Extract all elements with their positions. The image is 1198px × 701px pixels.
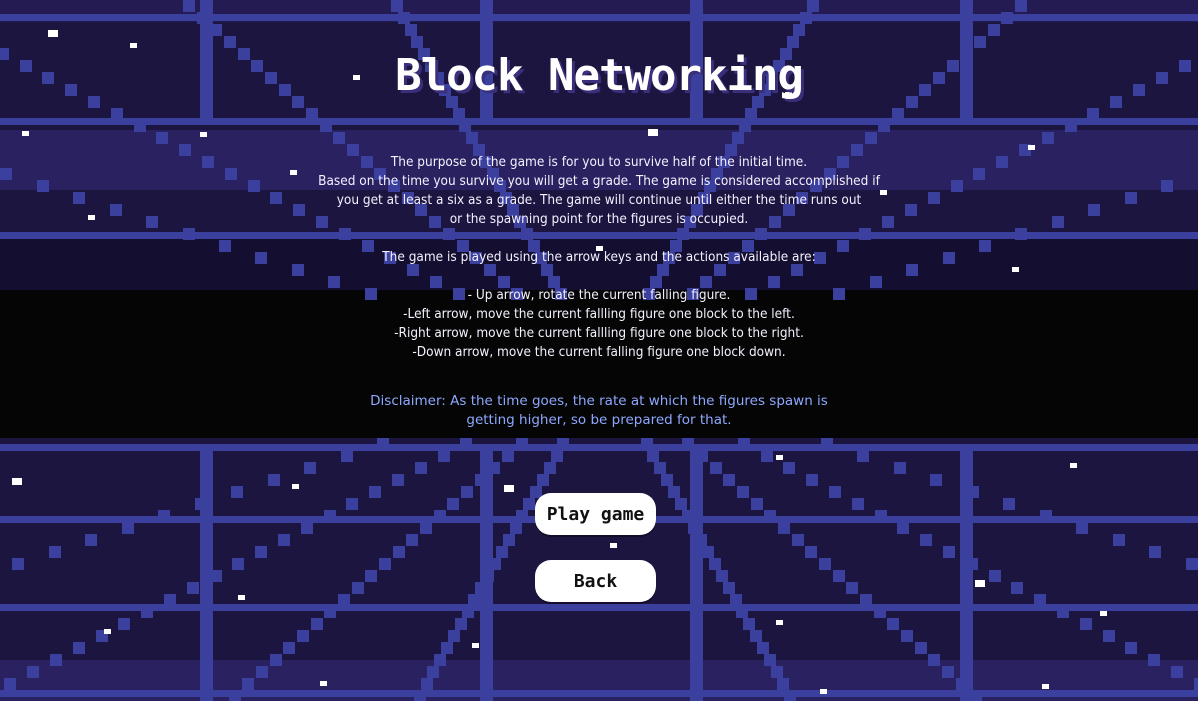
instruction-line: The purpose of the game is for you to su… — [390, 154, 808, 170]
instruction-line: Based on the time you survive you will g… — [318, 173, 880, 189]
play-game-button[interactable]: Play game — [535, 493, 656, 535]
disclaimer-line: Disclaimer: As the time goes, the rate a… — [370, 393, 828, 409]
disclaimer-line: getting higher, so be prepared for that. — [466, 412, 732, 428]
control-up: - Up arrow, rotate the current falling f… — [467, 287, 731, 303]
disclaimer-text: Disclaimer: As the time goes, the rate a… — [349, 392, 849, 430]
game-title: Block Networking — [395, 50, 804, 101]
controls-intro: The game is played using the arrow keys … — [382, 249, 816, 265]
control-left: -Left arrow, move the current fallling f… — [403, 306, 795, 322]
instruction-line: or the spawning point for the figures is… — [449, 211, 749, 227]
back-button[interactable]: Back — [535, 560, 656, 602]
instruction-line: you get at least a six as a grade. The g… — [336, 192, 862, 208]
control-down: -Down arrow, move the current falling fi… — [412, 344, 786, 360]
instructions-text: The purpose of the game is for you to su… — [299, 153, 899, 362]
control-right: -Right arrow, move the current fallling … — [394, 325, 804, 341]
